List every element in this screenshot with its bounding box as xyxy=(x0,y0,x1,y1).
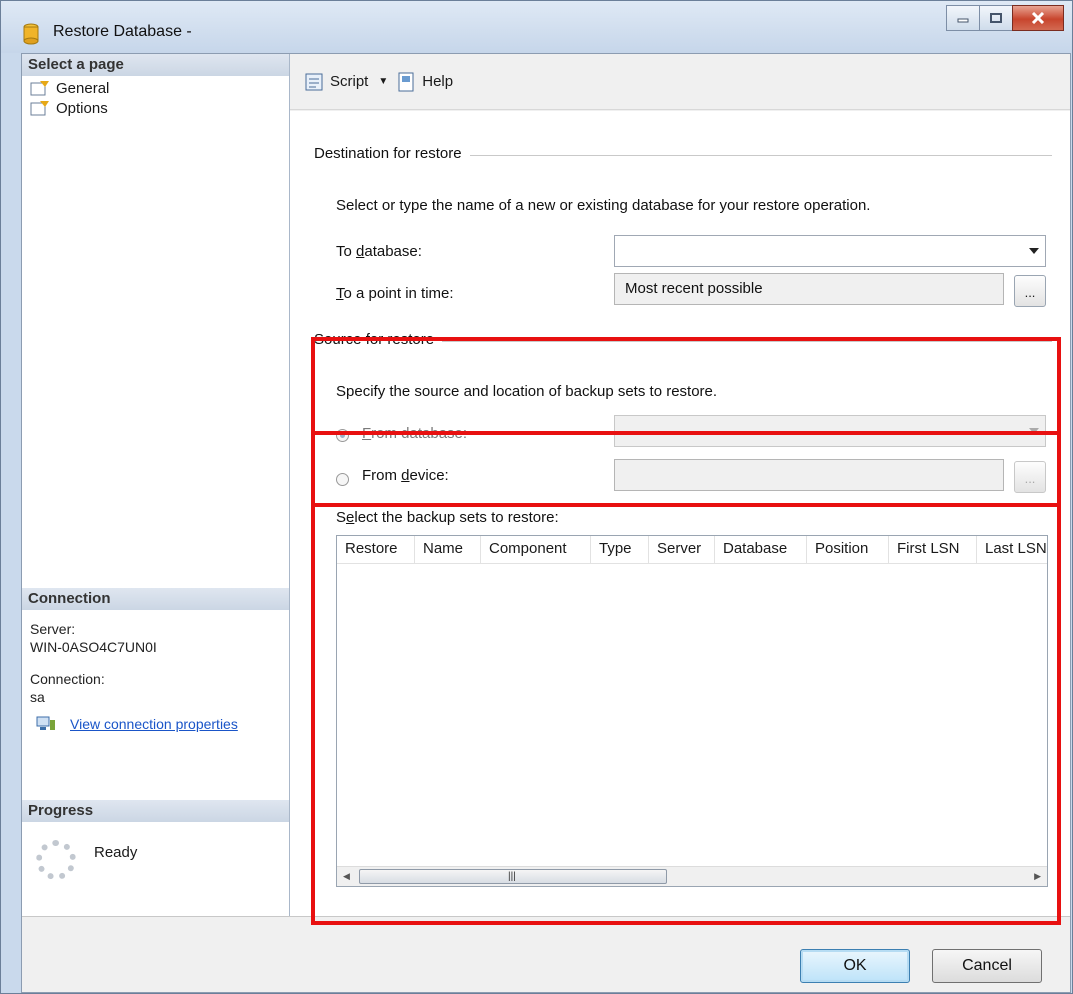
restore-database-window: Restore Database - Select a page General xyxy=(0,0,1073,994)
to-point-in-time-label: To a point in time: xyxy=(336,285,454,302)
script-button[interactable]: Script xyxy=(304,71,368,93)
window-controls xyxy=(946,5,1064,31)
connection-header: Connection xyxy=(22,588,289,610)
page-item-options-label: Options xyxy=(56,99,108,117)
help-button[interactable]: Help xyxy=(396,71,453,93)
to-point-in-time-field: Most recent possible xyxy=(614,273,1004,305)
to-database-combo[interactable] xyxy=(614,235,1046,267)
destination-group-title: Destination for restore xyxy=(314,145,470,162)
script-dropdown-arrow-icon[interactable]: ▼ xyxy=(378,76,388,87)
page-item-general-label: General xyxy=(56,79,110,97)
chevron-down-icon[interactable] xyxy=(1029,248,1039,254)
progress-header: Progress xyxy=(22,800,289,822)
server-value: WIN-0ASO4C7UN0I xyxy=(30,639,157,655)
connection-properties-icon xyxy=(36,716,55,730)
page-icon xyxy=(30,101,49,116)
view-connection-properties[interactable]: View connection properties xyxy=(22,716,289,732)
database-icon xyxy=(23,23,39,45)
window-title: Restore Database - xyxy=(53,23,192,40)
to-database-label: To database: xyxy=(336,243,422,260)
server-label: Server: xyxy=(30,621,76,637)
select-page-header: Select a page xyxy=(22,54,289,76)
close-button[interactable] xyxy=(1012,5,1064,31)
page-item-options[interactable]: Options xyxy=(22,96,289,120)
progress-section: Progress Ready xyxy=(22,800,289,880)
help-label: Help xyxy=(422,73,454,90)
ok-button[interactable]: OK xyxy=(800,949,910,983)
progress-status: Ready xyxy=(94,844,138,861)
minimize-button[interactable] xyxy=(946,5,980,31)
dialog-button-bar: OK Cancel xyxy=(22,916,1070,992)
annotation-highlight-device-grid xyxy=(311,431,1061,925)
connection-value: sa xyxy=(30,689,45,705)
view-connection-properties-link[interactable]: View connection properties xyxy=(70,716,238,732)
connection-section: Connection Server: WIN-0ASO4C7UN0I Conne… xyxy=(22,588,289,732)
script-label: Script xyxy=(330,73,369,90)
connection-label: Connection: xyxy=(30,671,105,687)
page-icon xyxy=(30,81,49,96)
maximize-button[interactable] xyxy=(979,5,1013,31)
title-bar: Restore Database - xyxy=(1,1,1072,53)
progress-spinner-icon xyxy=(36,840,76,880)
cancel-button[interactable]: Cancel xyxy=(932,949,1042,983)
maximize-icon xyxy=(990,13,1002,23)
point-in-time-browse-button[interactable]: ... xyxy=(1014,275,1046,307)
destination-description: Select or type the name of a new or exis… xyxy=(336,197,871,214)
close-icon xyxy=(1031,12,1045,24)
help-icon xyxy=(398,72,414,91)
script-icon xyxy=(305,73,323,90)
minimize-icon xyxy=(957,18,969,23)
left-pane: Select a page General Options Connection… xyxy=(22,54,290,916)
toolbar: Script ▼ Help xyxy=(290,54,1070,110)
